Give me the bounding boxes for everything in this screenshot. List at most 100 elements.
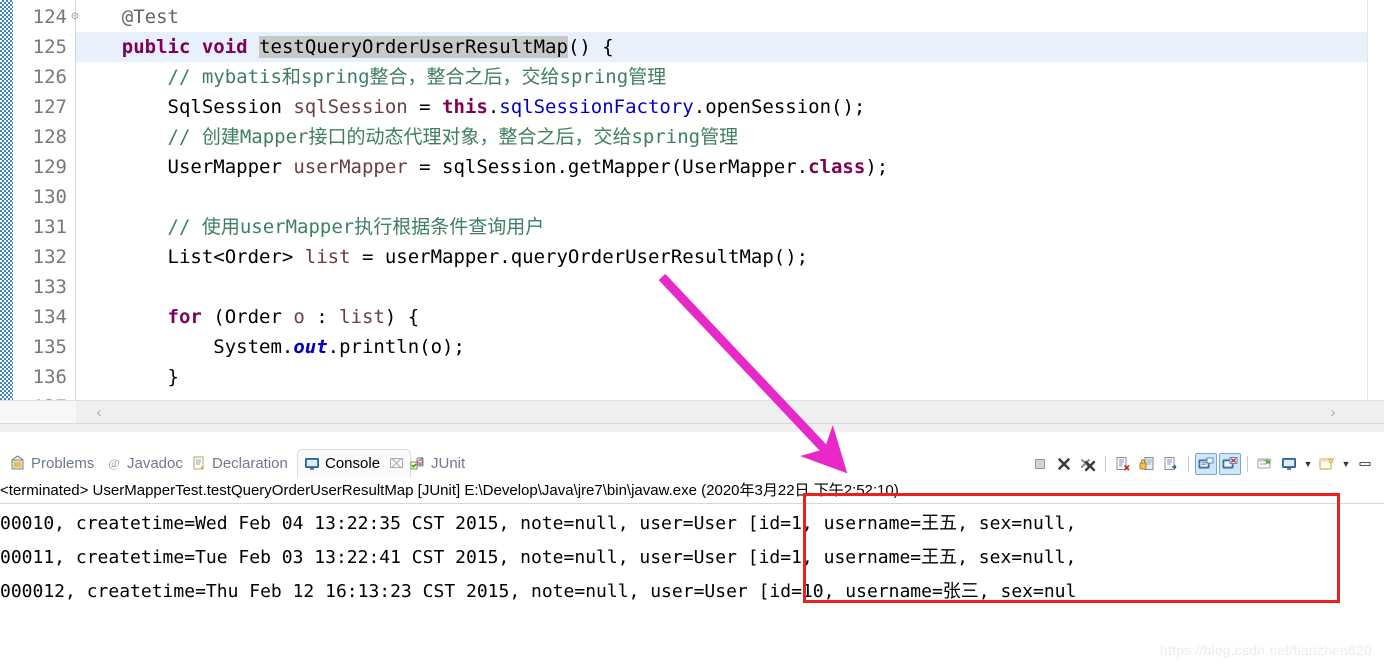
tab-junit[interactable]: 卓 JUnit [404, 449, 471, 477]
editor-horizontal-scrollbar[interactable]: ‹ › [76, 400, 1384, 423]
line-number: 131 [32, 216, 67, 238]
code-token: = [407, 96, 443, 118]
show-console-on-output-button[interactable] [1195, 453, 1217, 475]
tab-javadoc[interactable]: @ Javadoc [100, 449, 189, 477]
code-token: .openSession(); [693, 96, 866, 118]
code-editor[interactable]: 124 ⊝ 125 126 127 128 129 130 131 132 133 134 135 136… [0, 0, 1384, 423]
code-token: // mybatis和spring整合，整合之后，交给spring管理 [76, 66, 667, 88]
annotation-ruler[interactable] [0, 0, 13, 423]
toolbar-separator [1247, 456, 1248, 472]
console-icon [304, 456, 320, 472]
code-token: @Test [76, 6, 179, 28]
chevron-down-icon[interactable]: ▼ [1340, 459, 1352, 469]
pin-console-button[interactable] [1254, 453, 1276, 475]
line-number-gutter: 124 ⊝ 125 126 127 128 129 130 131 132 133 134 135 136… [13, 0, 79, 423]
scroll-right-icon[interactable]: › [1322, 401, 1344, 423]
console-output-line: 00010, createtime=Wed Feb 04 13:22:35 CS… [0, 513, 1077, 534]
display-err-icon [1222, 456, 1238, 472]
tab-declaration[interactable]: Declaration [185, 449, 294, 477]
scroll-left-icon[interactable]: ‹ [88, 401, 110, 423]
line-number: 124 [32, 6, 67, 28]
code-line[interactable]: // 创建Mapper接口的动态代理对象，整合之后，交给spring管理 [76, 122, 1368, 152]
code-token: void [201, 36, 248, 58]
code-token: () { [567, 36, 614, 58]
code-token: // 创建Mapper接口的动态代理对象，整合之后，交给spring管理 [76, 126, 739, 148]
code-line[interactable]: for (Order o : list) { [76, 302, 1368, 332]
code-token: SqlSession [76, 96, 294, 118]
editor-vertical-scrollbar[interactable] [1367, 0, 1384, 400]
line-number: 130 [32, 186, 67, 208]
line-number: 129 [32, 156, 67, 178]
remove-x-icon [1056, 456, 1072, 472]
tab-problems[interactable]: Problems [4, 449, 100, 477]
code-line[interactable]: SqlSession sqlSession = this.sqlSessionF… [76, 92, 1368, 122]
editor-vscroll-thumb[interactable] [1370, 2, 1382, 302]
code-token: class [808, 156, 866, 178]
show-console-on-error-button[interactable] [1219, 453, 1241, 475]
code-text-area[interactable]: @Test public void testQueryOrderUserResu… [76, 0, 1368, 423]
scroll-lock-button[interactable] [1136, 453, 1158, 475]
code-line[interactable]: } [76, 362, 1368, 392]
tab-label: Declaration [212, 454, 288, 472]
code-token: sqlSessionFactory [499, 96, 694, 118]
code-token: .println(o); [327, 336, 465, 358]
minimize-button[interactable] [1354, 453, 1376, 475]
code-line[interactable]: System.out.println(o); [76, 332, 1368, 362]
console-toolbar[interactable]: ▼ ▼ [1029, 451, 1376, 477]
line-number: 128 [32, 126, 67, 148]
remove-all-xx-icon [1080, 456, 1096, 472]
code-line[interactable]: UserMapper userMapper = sqlSession.getMa… [76, 152, 1368, 182]
code-token: // 使用userMapper执行根据条件查询用户 [76, 216, 545, 238]
clear-console-button[interactable] [1112, 453, 1134, 475]
code-token: out [293, 336, 328, 358]
javadoc-icon: @ [106, 455, 122, 471]
code-token: : [304, 306, 340, 328]
line-number: 136 [32, 366, 67, 388]
close-icon[interactable]: ⌧ [389, 456, 404, 472]
pin-console-icon [1257, 456, 1273, 472]
code-token: (Order [201, 306, 294, 328]
stop-square-icon [1032, 456, 1048, 472]
code-token: list [304, 246, 351, 268]
monitor-icon [1281, 456, 1297, 472]
line-number: 132 [32, 246, 67, 268]
editor-scroll-corner [0, 400, 76, 423]
code-line[interactable]: List<Order> list = userMapper.queryOrder… [76, 242, 1368, 272]
lock-icon [1139, 456, 1155, 472]
code-line[interactable]: // 使用userMapper执行根据条件查询用户 [76, 212, 1368, 242]
code-token: UserMapper [76, 156, 294, 178]
junit-icon: 卓 [410, 455, 426, 471]
console-header-divider [0, 503, 1384, 504]
chevron-down-icon[interactable]: ▼ [1302, 459, 1314, 469]
code-token: System. [76, 336, 294, 358]
code-line[interactable]: public void testQueryOrderUserResultMap(… [76, 32, 1368, 62]
code-line[interactable] [76, 182, 1368, 212]
display-selected-console-button[interactable] [1278, 453, 1300, 475]
declaration-icon [191, 455, 207, 471]
launch-terminated-label: <terminated> UserMapperTest.testQueryOrd… [0, 482, 899, 499]
word-wrap-button[interactable] [1160, 453, 1182, 475]
code-line[interactable] [76, 272, 1368, 302]
problems-icon [10, 455, 26, 471]
console-output[interactable]: 00010, createtime=Wed Feb 04 13:22:35 CS… [0, 507, 1384, 617]
remove-all-button[interactable] [1077, 453, 1099, 475]
tab-label: Javadoc [127, 454, 183, 472]
tab-label: Problems [31, 454, 95, 472]
code-token: List<Order> [76, 246, 305, 268]
terminate-button[interactable] [1029, 453, 1051, 475]
open-console-button[interactable] [1316, 453, 1338, 475]
code-token: testQueryOrderUserResultMap [259, 36, 568, 58]
toolbar-separator [1188, 456, 1189, 472]
word-wrap-icon [1163, 456, 1179, 472]
tab-console[interactable]: Console ⌧ [297, 449, 412, 477]
code-line[interactable]: @Test [76, 2, 1368, 32]
code-line[interactable]: // mybatis和spring整合，整合之后，交给spring管理 [76, 62, 1368, 92]
line-number: 135 [32, 336, 67, 358]
code-token: this [442, 96, 488, 118]
new-console-icon [1319, 456, 1335, 472]
remove-launch-button[interactable] [1053, 453, 1075, 475]
code-token: o [293, 306, 305, 328]
